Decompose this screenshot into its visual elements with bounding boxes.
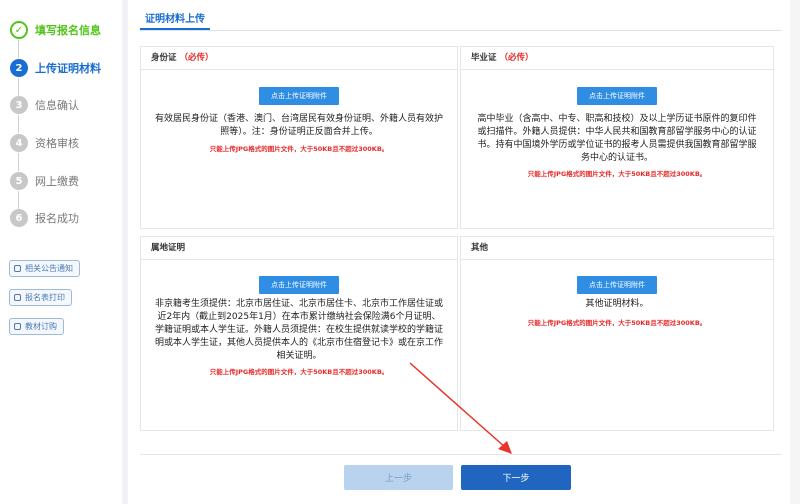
- scrollbar[interactable]: [790, 0, 800, 504]
- arrow-icon: [409, 362, 507, 449]
- arrow-annotation: [409, 362, 512, 454]
